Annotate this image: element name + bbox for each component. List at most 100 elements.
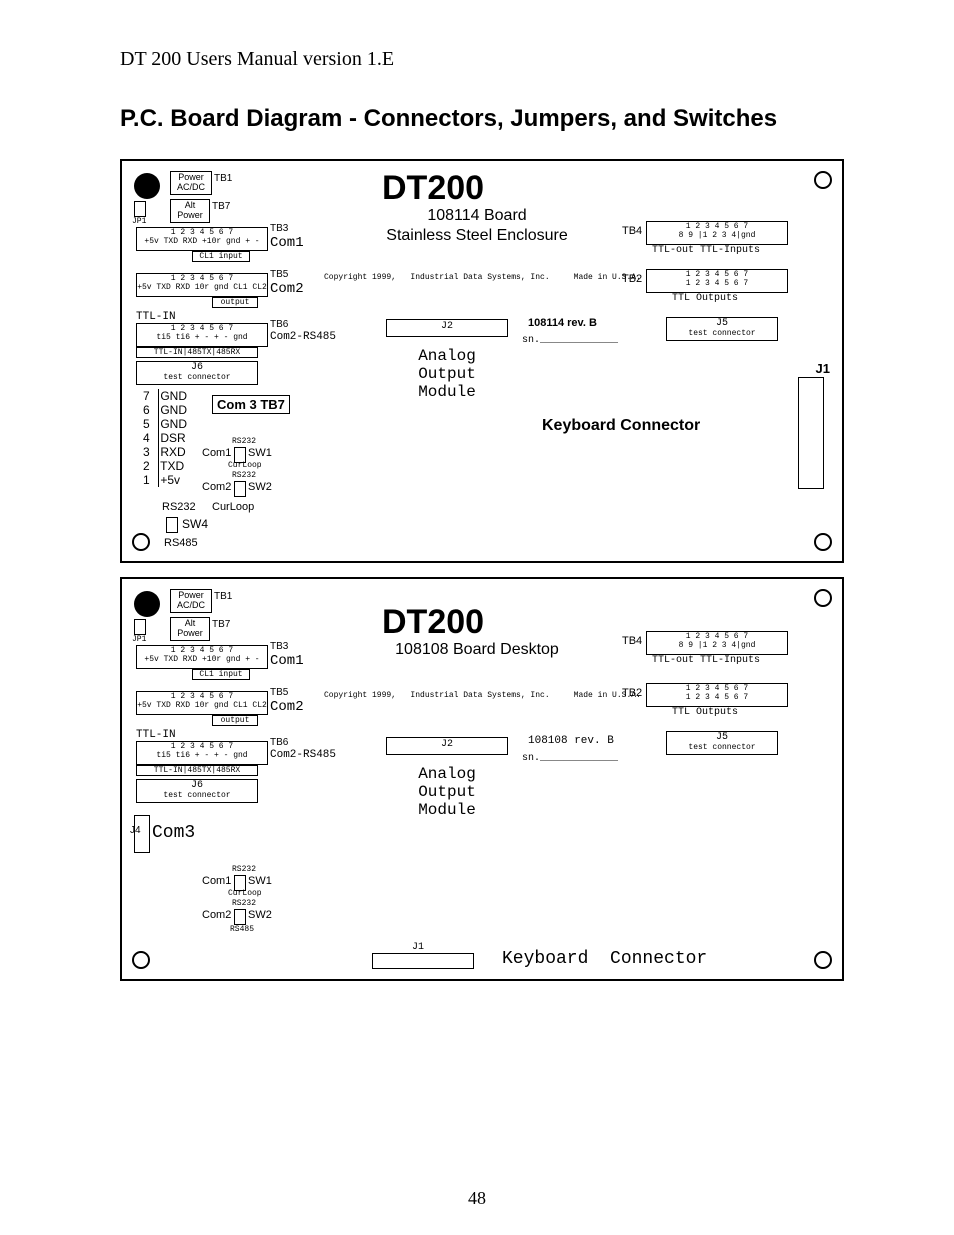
keyboard-connector-label: Keyboard Connector [542,417,700,435]
tb2-sub: TTL Outputs [672,293,738,304]
board-diagram-108114: DT200 108114 Board Stainless Steel Enclo… [120,159,844,563]
board-diagram-108108: DT200 108108 Board Desktop Power AC/DC T… [120,577,844,981]
ttl-row-label: TTL-IN|485TX|485RX [136,765,258,776]
page-number: 48 [0,1188,954,1209]
jp1-icon [134,619,146,635]
product-name: DT200 [382,603,484,642]
tb5-block: 1 2 3 4 5 6 7 +5v TXD RXD 10r gnd CL1 CL… [136,691,268,715]
tb4-block: 1 2 3 4 5 6 7 8 9 |1 2 3 4|gnd [646,631,788,655]
tb2-pins-top: 1 2 3 4 5 6 7 [647,684,787,693]
tb3-pins-bot: +5v TXD RXD +10r gnd + - [137,237,267,246]
j6-block: J6 test connector [136,361,258,385]
tb2-label: TB2 [622,273,642,285]
com3-label: Com3 [152,823,195,843]
tb3-label: TB3 [270,641,288,652]
com2-rs485-label: Com2-RS485 [270,331,336,343]
j2-block: J2 [386,737,508,755]
product-name: DT200 [382,169,484,208]
output-label: output [212,297,258,308]
rs232-label: RS232 [232,865,256,874]
section-title: P.C. Board Diagram - Connectors, Jumpers… [120,105,844,133]
com2-label: Com2 [270,699,304,715]
mounting-hole-icon [814,533,832,551]
copyright-text: Copyright 1999, Industrial Data Systems,… [324,691,641,700]
tb6-pins-top: 1 2 3 4 5 6 7 [137,324,267,333]
tb4-label: TB4 [622,225,642,237]
com2-label: Com2 [270,281,304,297]
j6-label: J6 [137,362,257,373]
rs232-bottom: RS232 [162,501,196,513]
tb4-pins-bot: 8 9 |1 2 3 4|gnd [647,641,787,650]
page-header: DT 200 Users Manual version 1.E [120,48,844,71]
tb2-sub: TTL Outputs [672,707,738,718]
mounting-fill-icon [134,591,160,617]
tb3-pins-top: 1 2 3 4 5 6 7 [137,646,267,655]
rs485-label: RS485 [230,925,254,934]
tb6-block: 1 2 3 4 5 6 7 ti5 ti6 + - + - gnd [136,323,268,347]
sw2-label: SW2 [248,481,272,493]
sw2-icon [234,909,246,925]
cl1-input-label: CL1 input [192,251,250,262]
tb3-pins-bot: +5v TXD RXD +10r gnd + - [137,655,267,664]
serial-number: sn._____________ [522,753,618,764]
tb1-block: Power AC/DC [170,171,212,195]
com1-label: Com1 [270,235,304,251]
output-label: output [212,715,258,726]
com2-sw-label: Com2 [202,909,231,921]
j2-label: J2 [441,321,453,332]
ttl-in-label: TTL-IN [136,729,176,741]
tb3-label: TB3 [270,223,288,234]
jp1-icon [134,201,146,217]
tb2-label: TB2 [622,687,642,699]
tb6-block: 1 2 3 4 5 6 7 ti5 ti6 + - + - gnd [136,741,268,765]
j5-label: J5 [667,318,777,329]
tb7-block: Alt Power [170,199,210,223]
tb2-pins-bot: 1 2 3 4 5 6 7 [647,279,787,288]
sw1-label: SW1 [248,875,272,887]
tb2-block: 1 2 3 4 5 6 7 1 2 3 4 5 6 7 [646,269,788,293]
j1-connector [372,953,474,969]
tb4-sub: TTL-out TTL-Inputs [652,245,760,256]
tb6-label: TB6 [270,319,288,330]
tb3-pins-top: 1 2 3 4 5 6 7 [137,228,267,237]
mounting-hole-icon [814,171,832,189]
tb1-block: Power AC/DC [170,589,212,613]
tb4-pins-bot: 8 9 |1 2 3 4|gnd [647,231,787,240]
mounting-hole-icon [132,533,150,551]
j6-label: J6 [137,780,257,791]
j5-label: J5 [667,732,777,743]
tb2-block: 1 2 3 4 5 6 7 1 2 3 4 5 6 7 [646,683,788,707]
board-subtitle-1: 108114 Board [362,207,592,225]
tb1-label: TB1 [214,173,232,184]
ttl-row-label: TTL-IN|485TX|485RX [136,347,258,358]
board-rev: 108108 rev. B [528,735,614,747]
sw2-label: SW2 [248,909,272,921]
j6-block: J6 test connector [136,779,258,803]
tb3-block: 1 2 3 4 5 6 7 +5v TXD RXD +10r gnd + - [136,227,268,251]
com3-title: Com 3 TB7 [212,395,290,414]
sw2-icon [234,481,246,497]
analog-module-label: Analog Output Module [382,347,512,401]
j5-sub: test connector [667,743,777,752]
com2-rs485-label: Com2-RS485 [270,749,336,761]
tb5-pins-bot: +5v TXD RXD 10r gnd CL1 CL2 [137,701,267,710]
rs485-label: RS485 [164,537,198,549]
com1-sw-label: Com1 [202,447,231,459]
j5-sub: test connector [667,329,777,338]
board-subtitle-2: Stainless Steel Enclosure [342,227,612,245]
tb3-block: 1 2 3 4 5 6 7 +5v TXD RXD +10r gnd + - [136,645,268,669]
board-subtitle: 108108 Board Desktop [352,641,602,659]
j5-block: J5 test connector [666,317,778,341]
tb6-pins-bot: ti5 ti6 + - + - gnd [137,333,267,342]
rs232-label: RS232 [232,437,256,446]
tb5-pins-top: 1 2 3 4 5 6 7 [137,692,267,701]
j6-sub: test connector [137,373,257,382]
tb4-block: 1 2 3 4 5 6 7 8 9 |1 2 3 4|gnd [646,221,788,245]
tb4-pins-top: 1 2 3 4 5 6 7 [647,632,787,641]
j2-label: J2 [441,739,453,750]
tb6-label: TB6 [270,737,288,748]
jp1-label: JP1 [132,635,146,644]
sw4-icon [166,517,178,533]
mounting-hole-icon [814,589,832,607]
tb4-sub: TTL-out TTL-Inputs [652,655,760,666]
